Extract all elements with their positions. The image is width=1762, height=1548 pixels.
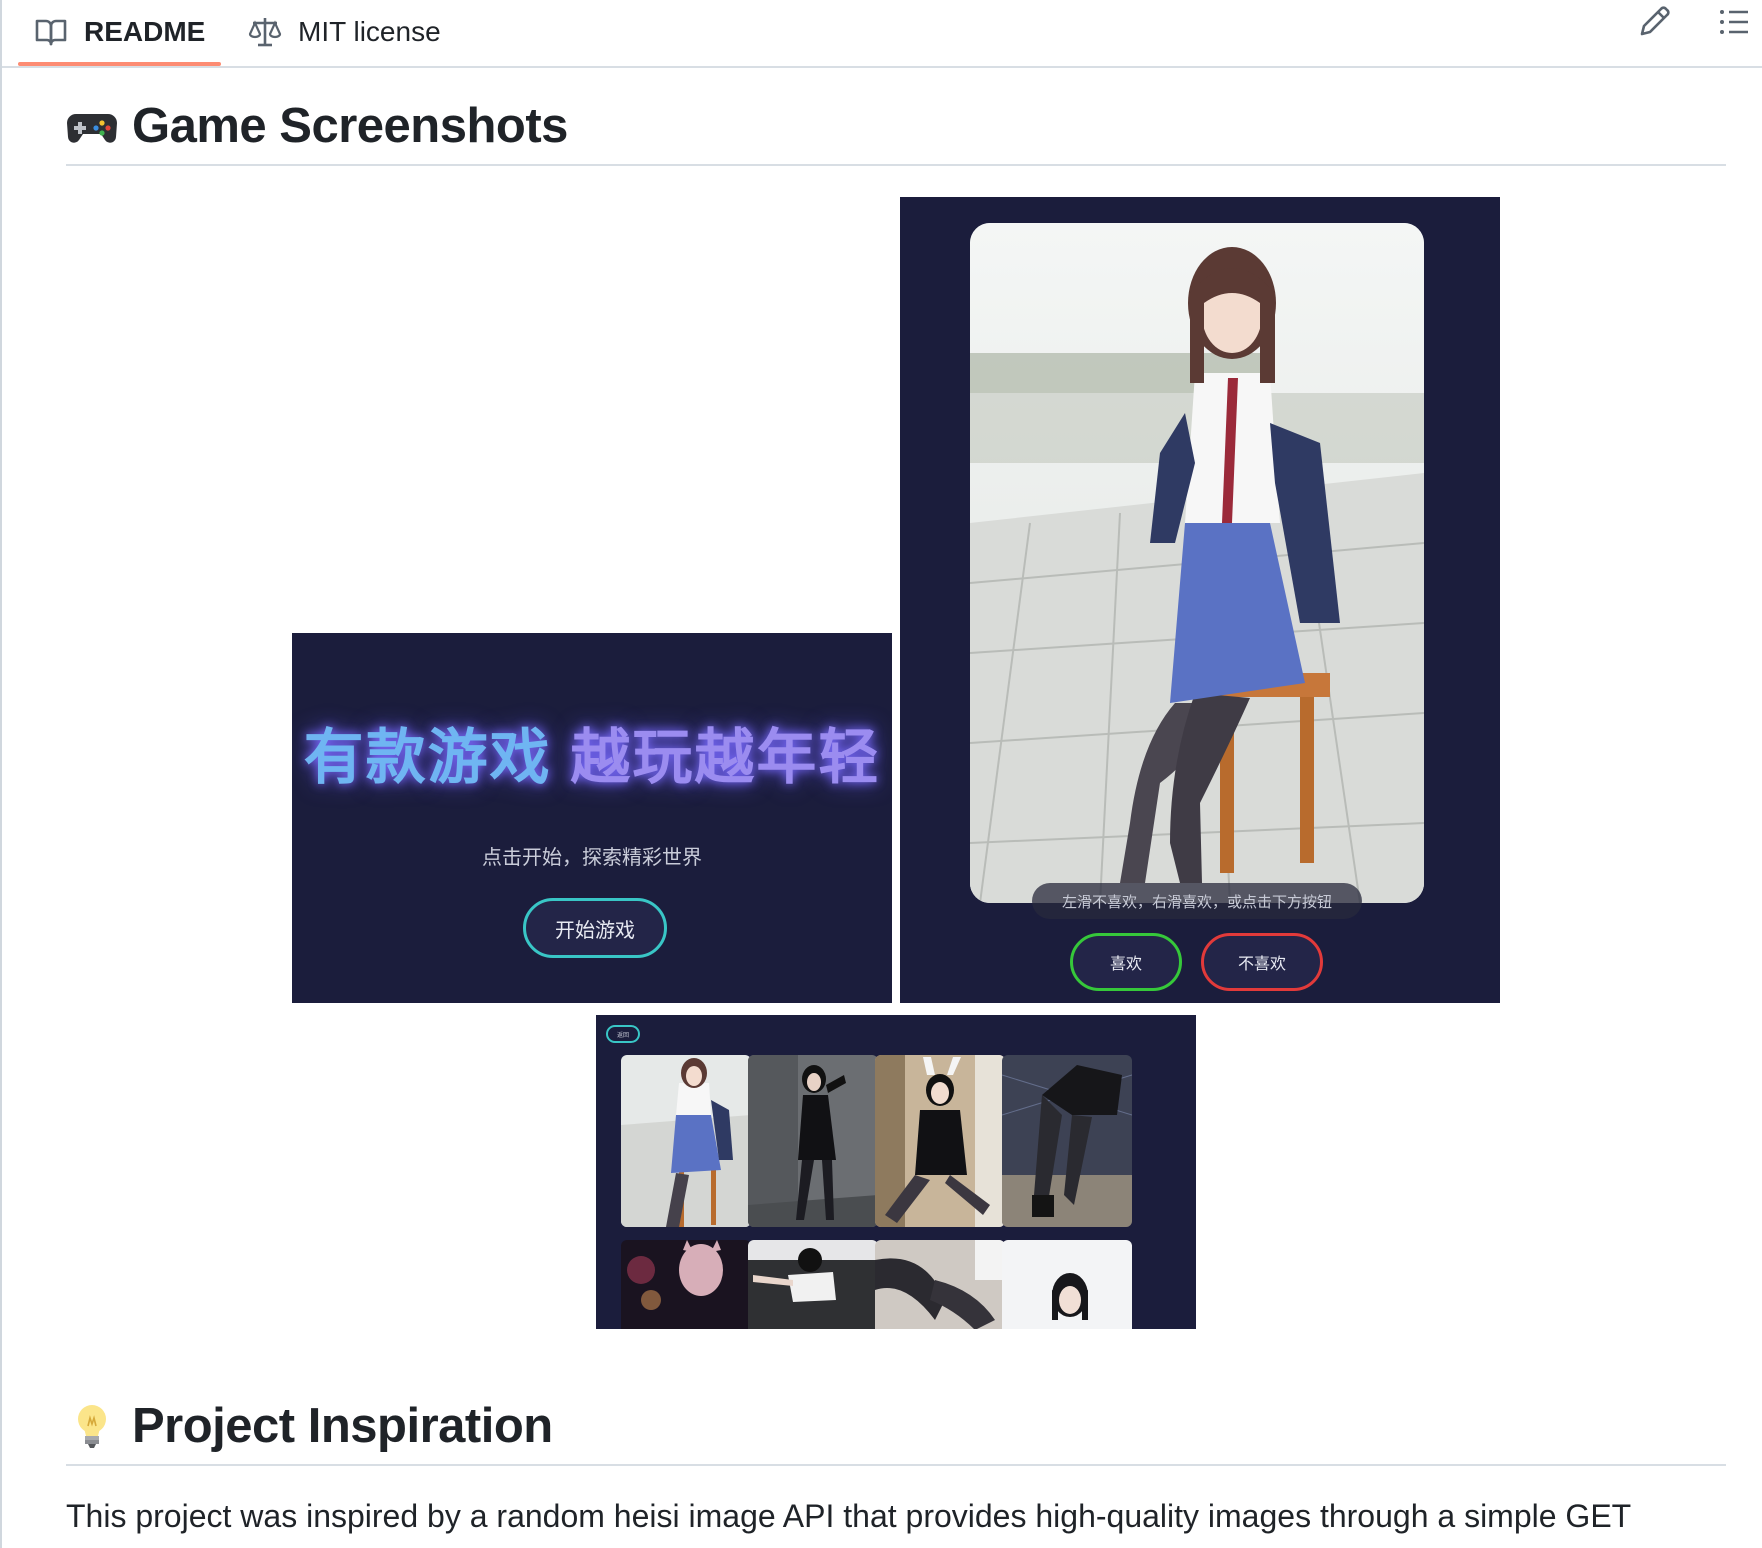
gallery-thumbnail[interactable]: [875, 1240, 1005, 1329]
list-icon[interactable]: [1714, 2, 1754, 42]
swipe-hint: 左滑不喜欢，右滑喜欢，或点击下方按钮: [1032, 883, 1362, 919]
gallery-thumbnail[interactable]: [748, 1240, 878, 1329]
book-icon: [35, 19, 67, 46]
tab-license[interactable]: MIT license: [248, 0, 441, 64]
start-game-button[interactable]: 开始游戏: [523, 898, 667, 958]
start-title-part2: 越玩越年轻: [570, 724, 881, 791]
start-screen-screenshot: 有款游戏 越玩越年轻 点击开始，探索精彩世界 开始游戏: [292, 633, 892, 1003]
scale-icon: [248, 18, 282, 47]
lightbulb-icon: [78, 1405, 106, 1448]
heading-game-screenshots: Game Screenshots: [66, 88, 1726, 166]
photo-card-image: [970, 223, 1424, 903]
tab-readme-label: README: [84, 16, 206, 47]
gallery-thumbnail[interactable]: [875, 1055, 1005, 1227]
gallery-thumbnail[interactable]: [621, 1055, 751, 1227]
gallery-thumbnail[interactable]: [748, 1055, 878, 1227]
heading-project-inspiration: Project Inspiration: [66, 1388, 1726, 1466]
photo-card[interactable]: [970, 223, 1424, 903]
like-button[interactable]: 喜欢: [1070, 933, 1182, 991]
dislike-button[interactable]: 不喜欢: [1201, 933, 1323, 991]
gallery-thumbnail[interactable]: [1002, 1055, 1132, 1227]
back-button[interactable]: 返回: [606, 1025, 640, 1043]
heading-text: Game Screenshots: [132, 99, 568, 153]
game-controller-icon: [67, 114, 117, 143]
inspiration-paragraph: This project was inspired by a random he…: [66, 1498, 1632, 1534]
gallery-thumbnail[interactable]: [1002, 1240, 1132, 1329]
start-title: 有款游戏 越玩越年轻: [292, 709, 892, 796]
heading-text: Project Inspiration: [132, 1399, 553, 1453]
swipe-screen-screenshot: 左滑不喜欢，右滑喜欢，或点击下方按钮 喜欢 不喜欢: [900, 197, 1500, 1003]
gallery-thumbnail[interactable]: [621, 1240, 751, 1329]
readme-tab-bar: README MIT license: [2, 0, 1762, 68]
gallery-screen-screenshot: 返回: [596, 1015, 1196, 1329]
start-subtitle: 点击开始，探索精彩世界: [482, 847, 702, 869]
start-title-part1: 有款游戏: [303, 724, 552, 791]
tab-readme[interactable]: README: [17, 0, 222, 66]
pencil-icon[interactable]: [1634, 2, 1674, 42]
tab-license-label: MIT license: [298, 16, 441, 47]
